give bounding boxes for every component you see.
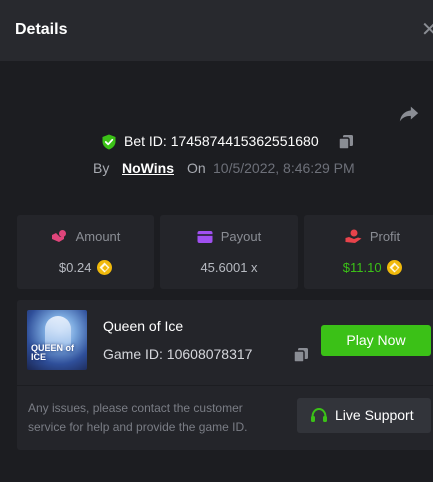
payout-card: Payout 45.6001 x <box>160 215 298 289</box>
game-id-text: Game ID: 10608078317 <box>103 346 252 362</box>
hand-coin-icon <box>345 229 362 243</box>
details-modal: Details ✕ Bet ID: 1745874415362551680 By… <box>0 0 433 482</box>
verified-shield-icon <box>102 134 116 150</box>
live-support-label: Live Support <box>335 407 414 423</box>
profit-value: $11.10 <box>342 260 382 275</box>
headset-icon <box>311 407 327 422</box>
game-id-label: Game ID: <box>103 346 167 362</box>
on-label: On <box>187 160 206 176</box>
share-button[interactable] <box>398 103 420 125</box>
player-name-link[interactable]: NoWins <box>122 160 174 176</box>
profit-label: Profit <box>369 229 401 244</box>
divider <box>17 385 433 386</box>
bet-meta-line: By NoWins On 10/5/2022, 8:46:29 PM <box>0 159 433 179</box>
amount-card: Amount $0.24 <box>17 215 154 289</box>
modal-title: Details <box>15 21 68 38</box>
profit-card: Profit $11.10 <box>304 215 433 289</box>
game-id-value: 10608078317 <box>166 346 253 362</box>
amount-value-row: $0.24 <box>17 260 154 278</box>
modal-header: Details ✕ <box>0 0 433 61</box>
amount-value: $0.24 <box>58 260 92 275</box>
copy-bet-id-icon[interactable] <box>338 134 354 150</box>
payout-value-row: 45.6001 x <box>160 260 298 278</box>
profit-label-row: Profit <box>304 229 433 247</box>
close-button[interactable]: ✕ <box>421 18 433 42</box>
payout-label: Payout <box>220 229 262 244</box>
bet-id-label: Bet ID: <box>124 133 171 149</box>
amount-label-row: Amount <box>17 229 154 247</box>
support-notice: Any issues, please contact the customer … <box>28 401 248 434</box>
game-thumbnail[interactable]: QUEEN of ICE <box>27 310 87 370</box>
by-label: By <box>93 160 110 176</box>
payout-label-row: Payout <box>160 229 298 247</box>
bet-id-value: 1745874415362551680 <box>170 133 319 149</box>
live-support-button[interactable]: Live Support <box>297 398 431 433</box>
coins-stack-icon <box>51 230 66 242</box>
play-now-button[interactable]: Play Now <box>321 325 431 356</box>
share-icon <box>399 106 419 122</box>
bet-id-text: Bet ID: 1745874415362551680 <box>124 133 319 149</box>
game-card: QUEEN of ICE Queen of Ice Game ID: 10608… <box>17 300 433 450</box>
coin-icon <box>97 260 113 275</box>
bet-id-line: Bet ID: 1745874415362551680 <box>0 132 433 152</box>
thumbnail-logo-text: QUEEN of ICE <box>31 343 75 362</box>
coin-icon <box>387 260 403 275</box>
payout-value: 45.6001 x <box>200 260 258 275</box>
game-name: Queen of Ice <box>103 318 184 334</box>
amount-label: Amount <box>75 229 121 244</box>
profit-value-row: $11.10 <box>304 260 433 278</box>
wallet-icon <box>197 231 213 243</box>
copy-game-id-icon[interactable] <box>293 347 309 363</box>
bet-datetime: 10/5/2022, 8:46:29 PM <box>213 160 355 176</box>
